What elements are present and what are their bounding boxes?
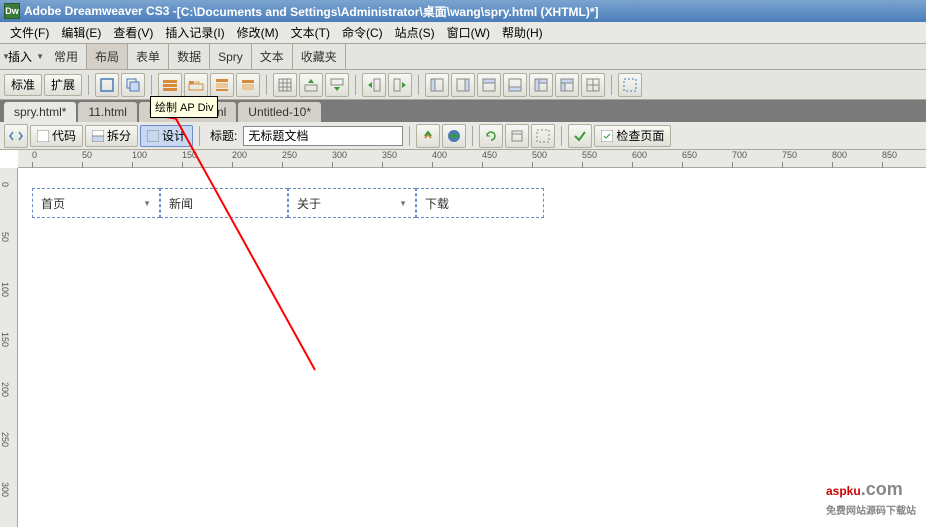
menu-bar: 文件(F) 编辑(E) 查看(V) 插入记录(I) 修改(M) 文本(T) 命令… bbox=[0, 22, 926, 44]
validate-button[interactable] bbox=[568, 124, 592, 148]
nav-item-about[interactable]: 关于▼ bbox=[288, 188, 416, 218]
app-icon: Dw bbox=[4, 3, 20, 19]
split-view-button[interactable]: 拆分 bbox=[85, 125, 138, 147]
menu-help[interactable]: 帮助(H) bbox=[496, 22, 549, 43]
tooltip: 绘制 AP Div bbox=[150, 96, 218, 118]
insert-tab-data[interactable]: 数据 bbox=[169, 44, 210, 69]
frames-right-button[interactable] bbox=[451, 73, 475, 97]
file-tab-3[interactable]: Untitled-10* bbox=[238, 102, 321, 122]
preview-browser-button[interactable] bbox=[442, 124, 466, 148]
insert-tab-spry[interactable]: Spry bbox=[210, 44, 252, 69]
spry-collapsible-button[interactable] bbox=[236, 73, 260, 97]
layout-toolbar: 标准 扩展 bbox=[0, 70, 926, 100]
insert-tab-forms[interactable]: 表单 bbox=[128, 44, 169, 69]
title-input[interactable] bbox=[243, 126, 403, 146]
title-prefix: Adobe Dreamweaver CS3 - bbox=[24, 4, 177, 18]
layout-expanded-button[interactable]: 扩展 bbox=[44, 74, 82, 96]
frames-nested1-button[interactable] bbox=[529, 73, 553, 97]
visual-aids-button[interactable] bbox=[531, 124, 555, 148]
frames-bottom-button[interactable] bbox=[503, 73, 527, 97]
file-tab-0[interactable]: spry.html* bbox=[4, 102, 76, 122]
show-code-nav-button[interactable] bbox=[4, 124, 28, 148]
menu-modify[interactable]: 修改(M) bbox=[231, 22, 285, 43]
no-browser-check-button[interactable] bbox=[416, 124, 440, 148]
frames-nested2-button[interactable] bbox=[555, 73, 579, 97]
insert-col-right-button[interactable] bbox=[388, 73, 412, 97]
menu-window[interactable]: 窗口(W) bbox=[441, 22, 496, 43]
design-view-button[interactable]: 设计 bbox=[140, 125, 193, 147]
layout-standard-button[interactable]: 标准 bbox=[4, 74, 42, 96]
menu-edit[interactable]: 编辑(E) bbox=[55, 22, 107, 43]
insert-row-above-button[interactable] bbox=[299, 73, 323, 97]
code-view-button[interactable]: 代码 bbox=[30, 125, 83, 147]
insert-dropdown[interactable]: 插入 bbox=[0, 44, 46, 69]
title-label: 标题: bbox=[210, 127, 237, 144]
view-options-button[interactable] bbox=[505, 124, 529, 148]
draw-ap-div-button[interactable] bbox=[121, 73, 145, 97]
refresh-button[interactable] bbox=[479, 124, 503, 148]
frames-top-button[interactable] bbox=[477, 73, 501, 97]
insert-row-below-button[interactable] bbox=[325, 73, 349, 97]
ruler-vertical: 0 50 100 150 200 250 300 bbox=[0, 168, 18, 527]
nav-item-news[interactable]: 新闻 bbox=[160, 188, 288, 218]
spry-menubar-widget[interactable]: 首页▼ 新闻 关于▼ 下载 bbox=[32, 188, 912, 218]
insert-col-left-button[interactable] bbox=[362, 73, 386, 97]
file-tab-strip: spry.html* 11.html Untitled-9.html Untit… bbox=[0, 100, 926, 122]
menu-file[interactable]: 文件(F) bbox=[4, 22, 55, 43]
insert-tab-favorites[interactable]: 收藏夹 bbox=[293, 44, 346, 69]
document-toolbar: 代码 拆分 设计 标题: 检查页面 bbox=[0, 122, 926, 150]
table-button[interactable] bbox=[273, 73, 297, 97]
menu-insert[interactable]: 插入记录(I) bbox=[159, 22, 230, 43]
title-path: [C:\Documents and Settings\Administrator… bbox=[177, 3, 599, 20]
insert-bar: 插入 常用 布局 表单 数据 Spry 文本 收藏夹 bbox=[0, 44, 926, 70]
menu-commands[interactable]: 命令(C) bbox=[336, 22, 389, 43]
title-bar: Dw Adobe Dreamweaver CS3 - [C:\Documents… bbox=[0, 0, 926, 22]
watermark: aspku.com 免费网站源码下载站 bbox=[826, 474, 916, 517]
check-page-button[interactable]: 检查页面 bbox=[594, 125, 671, 147]
frames-dropdown-button[interactable] bbox=[581, 73, 605, 97]
menu-text[interactable]: 文本(T) bbox=[285, 22, 336, 43]
file-tab-1[interactable]: 11.html bbox=[78, 102, 136, 122]
insert-div-button[interactable] bbox=[95, 73, 119, 97]
spry-accordion-button[interactable] bbox=[210, 73, 234, 97]
chevron-down-icon: ▼ bbox=[399, 199, 407, 208]
menu-site[interactable]: 站点(S) bbox=[389, 22, 441, 43]
frames-left-button[interactable] bbox=[425, 73, 449, 97]
chevron-down-icon: ▼ bbox=[143, 199, 151, 208]
design-canvas[interactable]: 首页▼ 新闻 关于▼ 下载 bbox=[18, 168, 926, 527]
ruler-horizontal: 0 50 100 150 200 250 300 350 400 450 500… bbox=[18, 150, 926, 168]
spry-tabbed-button[interactable] bbox=[184, 73, 208, 97]
menu-view[interactable]: 查看(V) bbox=[107, 22, 159, 43]
spry-menu-button[interactable] bbox=[158, 73, 182, 97]
iframe-button[interactable] bbox=[618, 73, 642, 97]
insert-tab-layout[interactable]: 布局 bbox=[87, 44, 128, 69]
insert-tab-common[interactable]: 常用 bbox=[46, 44, 87, 69]
nav-item-download[interactable]: 下载 bbox=[416, 188, 544, 218]
insert-tab-text[interactable]: 文本 bbox=[252, 44, 293, 69]
nav-item-home[interactable]: 首页▼ bbox=[32, 188, 160, 218]
